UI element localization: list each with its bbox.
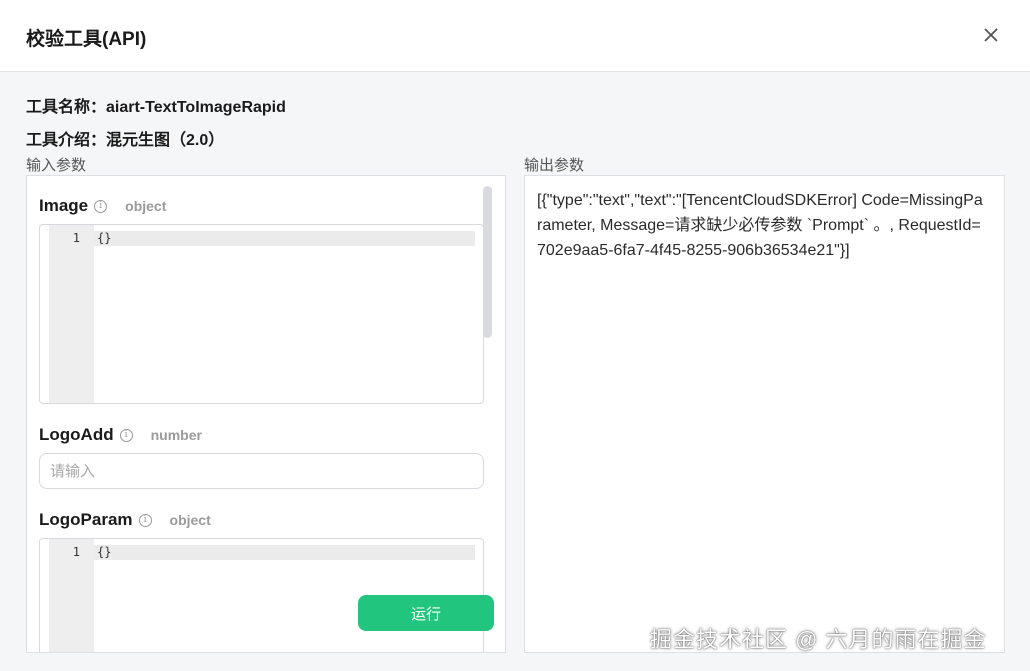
field-header-logoparam: LogoParam i object bbox=[39, 510, 211, 530]
input-panel: Image i object 1 {} LogoAdd i number Log… bbox=[26, 175, 506, 653]
info-icon[interactable]: i bbox=[94, 199, 108, 213]
close-icon[interactable] bbox=[978, 22, 1004, 48]
field-name-image: Image bbox=[39, 196, 89, 215]
field-header-image: Image i object bbox=[39, 196, 166, 216]
watermark: 掘金技术社区 @ 六月的雨在掘金 bbox=[650, 627, 987, 652]
field-name-logoparam: LogoParam bbox=[39, 510, 133, 529]
editor-active-line bbox=[94, 231, 475, 246]
field-type-logoadd: number bbox=[150, 427, 202, 443]
tool-intro: 工具介绍：混元生图（2.0） bbox=[26, 132, 225, 149]
editor-code[interactable]: {} bbox=[97, 231, 111, 246]
field-header-logoadd: LogoAdd i number bbox=[39, 425, 202, 445]
output-section-label: 输出参数 bbox=[524, 157, 585, 174]
info-icon[interactable]: i bbox=[138, 513, 152, 527]
output-text: [{"type":"text","text":"[TencentCloudSDK… bbox=[537, 192, 983, 259]
input-panel-scrollbar[interactable] bbox=[483, 186, 492, 338]
tool-name: 工具名称：aiart-TextToImageRapid bbox=[26, 99, 286, 116]
line-number: 1 bbox=[72, 545, 80, 559]
line-number: 1 bbox=[72, 231, 80, 245]
dialog-title: 校验工具(API) bbox=[26, 29, 147, 50]
validation-dialog: 校验工具(API) 工具名称：aiart-TextToImageRapid 工具… bbox=[0, 0, 1030, 671]
dialog-header: 校验工具(API) bbox=[0, 0, 1030, 72]
field-name-logoadd: LogoAdd bbox=[39, 425, 114, 444]
run-button[interactable]: 运行 bbox=[358, 595, 494, 631]
editor-active-line bbox=[94, 545, 475, 560]
field-type-image: object bbox=[125, 198, 167, 214]
editor-code[interactable]: {} bbox=[97, 545, 111, 560]
info-icon[interactable]: i bbox=[119, 428, 133, 442]
editor-gutter bbox=[49, 225, 94, 403]
input-section-label: 输入参数 bbox=[26, 157, 87, 174]
logoadd-input[interactable] bbox=[39, 453, 484, 489]
image-code-editor[interactable]: 1 {} bbox=[39, 224, 484, 404]
field-type-logoparam: object bbox=[169, 512, 211, 528]
output-panel: [{"type":"text","text":"[TencentCloudSDK… bbox=[524, 175, 1005, 653]
